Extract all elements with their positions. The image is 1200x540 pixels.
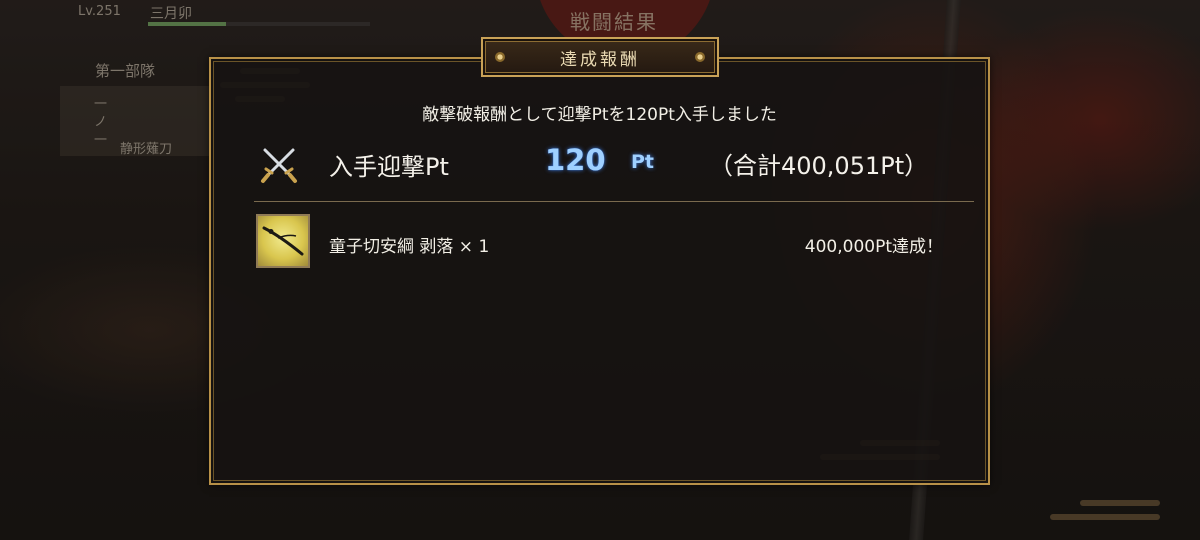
modal-title-plate: 達成報酬 xyxy=(481,37,719,77)
divider xyxy=(254,201,974,202)
reward-modal[interactable]: 敵撃破報酬として迎撃Ptを120Pt入手しました 入手迎撃Pt 120 Pt （… xyxy=(209,57,990,485)
points-value: 120 xyxy=(545,143,606,177)
katana-item-icon[interactable] xyxy=(256,214,310,268)
points-total: （合計400,051Pt） xyxy=(709,152,929,180)
reward-item-name: 童子切安綱 剥落 × 1 xyxy=(329,237,490,257)
ornament-icon xyxy=(695,52,705,62)
points-label: 入手迎撃Pt xyxy=(329,153,449,181)
modal-title: 達成報酬 xyxy=(560,49,640,70)
reward-message: 敵撃破報酬として迎撃Ptを120Pt入手しました xyxy=(422,105,777,125)
crossed-swords-icon xyxy=(261,148,297,183)
points-unit: Pt xyxy=(631,151,655,173)
reward-item-status: 400,000Pt達成！ xyxy=(804,237,943,257)
ornament-icon xyxy=(495,52,505,62)
